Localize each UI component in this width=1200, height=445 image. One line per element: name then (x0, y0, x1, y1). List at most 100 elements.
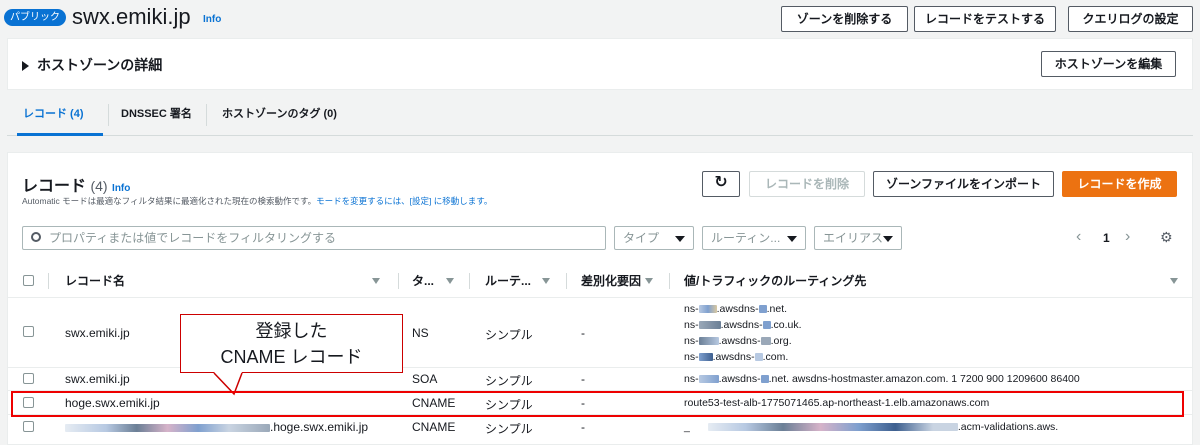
value-part: ns- (684, 351, 699, 363)
details-toggle[interactable]: ホストゾーンの詳細 (22, 55, 162, 75)
redacted-block (698, 305, 717, 314)
table-row[interactable]: .hoge.swx.emiki.jp CNAME シンプル - _ .acm-va… (8, 415, 1192, 445)
page-number[interactable]: 1 (1103, 231, 1110, 245)
record-name[interactable]: swx.emiki.jp (65, 326, 130, 340)
row-checkbox[interactable] (23, 373, 34, 384)
value-part: .awsdns- (720, 319, 763, 331)
create-record-button[interactable]: レコードを作成 (1062, 171, 1177, 197)
tab-dnssec[interactable]: DNSSEC 署名 (121, 94, 192, 136)
sort-icon[interactable] (645, 278, 653, 284)
import-zone-button[interactable]: ゾーンファイルをインポート (873, 171, 1054, 197)
value-part: .com. (762, 351, 789, 363)
column-divider (566, 273, 567, 289)
col-diff[interactable]: 差別化要因 (581, 264, 641, 298)
value-part: ns- (684, 303, 699, 315)
value-part: ns- (684, 373, 699, 385)
next-page-icon[interactable]: › (1125, 228, 1130, 246)
sort-icon[interactable] (446, 278, 454, 284)
page-header: パブリック swx.emiki.jp Info ゾーンを削除する レコードをテス… (0, 0, 1200, 36)
alias-filter[interactable]: エイリアス (814, 226, 902, 250)
redacted-block (698, 337, 719, 346)
delete-zone-button[interactable]: ゾーンを削除する (781, 6, 908, 32)
redacted-block (698, 353, 713, 362)
routing-filter[interactable]: ルーティン... (702, 226, 806, 250)
tab-divider (206, 104, 207, 126)
value-part: .net. awsdns-hostmaster.amazon.com. 1 72… (768, 373, 1080, 385)
record-value-line: ns- .awsdns- .org. (684, 333, 792, 349)
record-diff: - (581, 372, 585, 386)
value-part: .awsdns- (718, 335, 761, 347)
record-name-suffix: .hoge.swx.emiki.jp (270, 420, 369, 434)
row-checkbox[interactable] (23, 421, 34, 432)
record-name[interactable]: .hoge.swx.emiki.jp (65, 420, 368, 434)
select-all-checkbox[interactable] (23, 275, 34, 286)
col-routing[interactable]: ルーテ... (485, 264, 531, 298)
tab-tags[interactable]: ホストゾーンのタグ (0) (222, 94, 337, 136)
edit-zone-button[interactable]: ホストゾーンを編集 (1041, 51, 1176, 77)
query-log-button[interactable]: クエリログの設定 (1068, 6, 1193, 32)
alias-filter-label: エイリアス (823, 231, 884, 245)
value-part: _ (684, 421, 690, 433)
test-record-button[interactable]: レコードをテストする (914, 6, 1056, 32)
details-title: ホストゾーンの詳細 (37, 57, 163, 73)
redacted-block (698, 321, 721, 330)
column-divider (48, 273, 49, 289)
sort-icon[interactable] (542, 278, 550, 284)
type-filter[interactable]: タイプ (614, 226, 694, 250)
redacted-block (707, 423, 958, 432)
redacted-block (65, 423, 270, 432)
record-routing: シンプル (485, 374, 533, 388)
col-value[interactable]: 値/トラフィックのルーティング先 (684, 264, 866, 298)
tab-records[interactable]: レコード (4) (17, 94, 103, 136)
record-diff: - (581, 420, 585, 434)
record-diff: - (581, 326, 585, 340)
prev-page-icon[interactable]: ‹ (1076, 228, 1081, 246)
record-value-line: ns- .awsdns- .co.uk. (684, 317, 802, 333)
value-part: .awsdns- (716, 303, 759, 315)
records-title: レコード (4) Info (22, 172, 130, 196)
highlight-box (11, 391, 1184, 417)
record-value-line: ns- .awsdns- .net. (684, 301, 787, 317)
redacted-block (754, 353, 763, 362)
type-filter-label: タイプ (623, 231, 660, 245)
sort-icon[interactable] (372, 278, 380, 284)
table-header: レコード名 タ... ルーテ... 差別化要因 値/トラフィックのルーティング先 (8, 264, 1192, 298)
value-part: .net. (766, 303, 788, 315)
redacted-block (760, 337, 771, 346)
tab-bar: レコード (4) DNSSEC 署名 ホストゾーンのタグ (0) (7, 94, 1193, 136)
gear-icon[interactable]: ⚙ (1160, 229, 1173, 246)
value-part: ns- (684, 335, 699, 347)
record-value-line: ns- .awsdns- .com. (684, 349, 788, 365)
col-type[interactable]: タ... (412, 264, 434, 298)
annotation-line: CNAME レコード (220, 347, 363, 367)
col-record-name[interactable]: レコード名 (65, 264, 125, 298)
column-divider (469, 273, 470, 289)
value-part: .acm-validations.aws. (957, 421, 1059, 433)
record-value: _ .acm-validations.aws. (684, 419, 1058, 435)
chevron-down-icon (675, 236, 685, 242)
annotation-callout: 登録した CNAME レコード (180, 314, 403, 373)
search-icon (31, 232, 41, 242)
redacted-block (758, 305, 767, 314)
details-panel: ホストゾーンの詳細 ホストゾーンを編集 (7, 38, 1193, 90)
redacted-block (760, 375, 769, 384)
search-input[interactable]: プロパティまたは値でレコードをフィルタリングする (22, 226, 606, 250)
records-count: (4) (90, 178, 108, 194)
records-info-link[interactable]: Info (112, 183, 130, 194)
value-part: ns- (684, 319, 699, 331)
value-part: .awsdns- (712, 351, 755, 363)
delete-record-button[interactable]: レコードを削除 (749, 171, 865, 197)
sort-icon[interactable] (1170, 278, 1178, 284)
chevron-down-icon (883, 236, 893, 242)
info-link[interactable]: Info (203, 14, 221, 25)
row-checkbox[interactable] (23, 326, 34, 337)
record-name[interactable]: swx.emiki.jp (65, 372, 130, 386)
routing-filter-label: ルーティン... (711, 231, 781, 245)
settings-link[interactable]: モードを変更するには、[設定] に移動します。 (316, 196, 492, 206)
redacted-block (762, 321, 771, 330)
records-title-text: レコード (22, 178, 87, 195)
refresh-icon: ↻ (714, 174, 728, 191)
page-title: swx.emiki.jp (72, 4, 191, 29)
refresh-button[interactable]: ↻ (702, 171, 740, 197)
value-part: .org. (770, 335, 792, 347)
